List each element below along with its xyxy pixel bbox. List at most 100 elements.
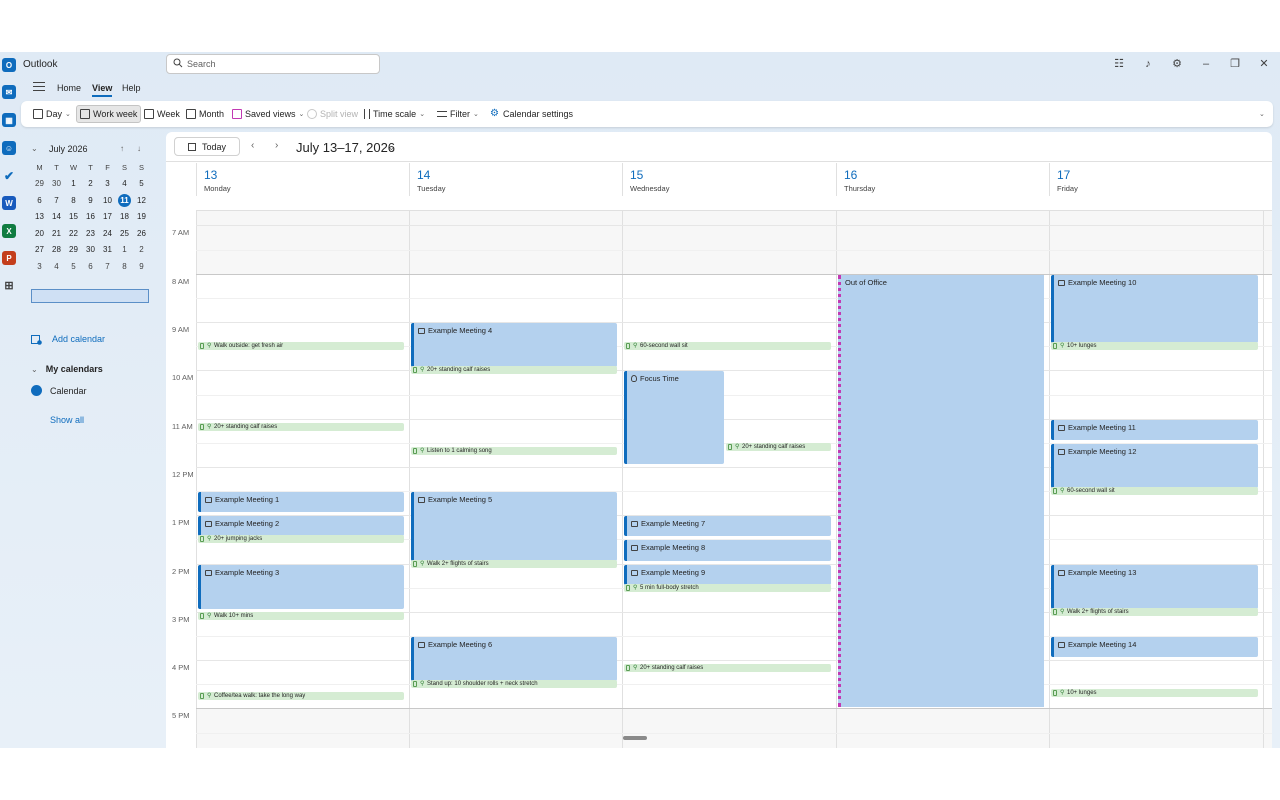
calendar-event[interactable]: Example Meeting 1 [198, 492, 404, 513]
calendar-event[interactable]: Example Meeting 8 [624, 540, 831, 561]
task-item[interactable]: ⚲ Listen to 1 calming song [411, 447, 617, 456]
my-calendars-group[interactable]: ⌄ My calendars [31, 364, 103, 374]
task-checkbox[interactable] [200, 536, 204, 543]
calendar-event[interactable]: Example Meeting 3 [198, 564, 404, 609]
task-checkbox[interactable] [413, 367, 417, 374]
apps-icon[interactable]: ⊞ [2, 278, 16, 292]
mini-day[interactable]: 13 [31, 210, 48, 224]
mini-day[interactable]: 5 [65, 260, 82, 274]
mini-day[interactable]: 6 [31, 194, 48, 208]
mini-day[interactable]: 30 [48, 177, 65, 191]
mini-calendar-month[interactable]: July 2026 [49, 144, 88, 154]
task-item[interactable]: ⚲ 20+ standing calf raises [726, 442, 831, 451]
saved-views-button[interactable]: Saved views ⌄ [229, 105, 307, 123]
mini-day[interactable]: 9 [82, 194, 99, 208]
prev-month-icon[interactable]: ↑ [120, 144, 124, 153]
task-checkbox[interactable] [1053, 608, 1057, 615]
task-checkbox[interactable] [1053, 343, 1057, 350]
next-month-icon[interactable]: ↓ [137, 144, 141, 153]
mail-icon[interactable]: ✉ [2, 85, 16, 99]
calendar-event[interactable]: Example Meeting 4 [411, 323, 617, 368]
calendar-event[interactable]: Example Meeting 13 [1051, 564, 1258, 609]
mini-day[interactable]: 29 [65, 243, 82, 257]
mini-day[interactable]: 16 [82, 210, 99, 224]
mini-day[interactable]: 17 [99, 210, 116, 224]
all-day-row[interactable] [196, 196, 1272, 211]
day-header[interactable]: 16 Thursday [836, 163, 1049, 196]
mini-day[interactable]: 27 [31, 243, 48, 257]
collapse-chevron-icon[interactable]: ⌄ [31, 144, 38, 153]
todo-icon[interactable]: ✔ [2, 169, 16, 183]
calendar-event[interactable]: Example Meeting 6 [411, 637, 617, 682]
day-view-button[interactable]: Day ⌄ [30, 105, 74, 123]
checkmark-icon[interactable] [31, 385, 42, 396]
calendar-event[interactable]: Example Meeting 2 [198, 516, 404, 537]
mini-day[interactable]: 22 [65, 227, 82, 241]
calendar-event[interactable]: Example Meeting 14 [1051, 637, 1258, 658]
split-view-button[interactable]: Split view [304, 105, 361, 123]
task-item[interactable]: ⚲ 20+ standing calf raises [198, 422, 404, 431]
outlook-app-icon[interactable]: O [2, 58, 16, 72]
mini-day[interactable]: 8 [116, 260, 133, 274]
work-week-button[interactable]: Work week [76, 105, 142, 123]
task-checkbox[interactable] [200, 612, 204, 619]
mini-day[interactable]: 10 [99, 194, 116, 208]
mini-day[interactable]: 20 [31, 227, 48, 241]
time-scale-button[interactable]: Time scale ⌄ [361, 105, 428, 123]
filter-button[interactable]: Filter ⌄ [434, 105, 482, 123]
chevron-down-icon[interactable]: ⌄ [388, 143, 395, 152]
show-all-link[interactable]: Show all [50, 415, 84, 425]
mini-day[interactable]: 7 [48, 194, 65, 208]
mini-day[interactable]: 3 [99, 177, 116, 191]
excel-icon[interactable]: X [2, 224, 16, 238]
mini-day[interactable]: 9 [133, 260, 150, 274]
add-calendar-link[interactable]: Add calendar [31, 334, 105, 345]
gear-icon[interactable]: ⚙ [1171, 58, 1183, 70]
task-item[interactable]: ⚲ Walk 10+ mins [198, 611, 404, 620]
task-checkbox[interactable] [1053, 689, 1057, 696]
out-of-office-event[interactable]: Out of Office [838, 274, 1044, 708]
day-header[interactable]: 17 Friday [1049, 163, 1263, 196]
task-item[interactable]: ⚲ 10+ lunges [1051, 342, 1258, 351]
task-item[interactable]: ⚲ Stand up: 10 shoulder rolls + neck stre… [411, 680, 617, 689]
minimize-icon[interactable]: – [1200, 58, 1212, 70]
mini-day[interactable]: 31 [99, 243, 116, 257]
task-item[interactable]: ⚲ Coffee/tea walk: take the long way [198, 692, 404, 701]
people-icon[interactable]: ☺ [2, 141, 16, 155]
hamburger-icon[interactable] [33, 82, 45, 92]
mini-day[interactable]: 25 [116, 227, 133, 241]
mini-day[interactable]: 1 [116, 243, 133, 257]
mini-day[interactable]: 2 [133, 243, 150, 257]
mini-day[interactable]: 8 [65, 194, 82, 208]
restore-icon[interactable]: ❐ [1229, 58, 1241, 70]
mini-day[interactable]: 29 [31, 177, 48, 191]
mini-day[interactable]: 1 [65, 177, 82, 191]
task-item[interactable]: ⚲ Walk outside: get fresh air [198, 342, 404, 351]
toolbar-expand-button[interactable]: ⌄ [1253, 105, 1268, 123]
calendar-event[interactable]: Example Meeting 12 [1051, 443, 1258, 489]
calendar-event[interactable]: Example Meeting 5 [411, 492, 617, 561]
task-item[interactable]: ⚲ 60-second wall sit [624, 342, 831, 351]
task-item[interactable]: ⚲ 20+ jumping jacks [198, 535, 404, 544]
mini-day[interactable]: 28 [48, 243, 65, 257]
task-item[interactable]: ⚲ Walk 2+ flights of stairs [1051, 607, 1258, 616]
mini-day[interactable]: 18 [116, 210, 133, 224]
calendar-event[interactable]: Example Meeting 11 [1051, 419, 1258, 440]
mini-day[interactable]: 2 [82, 177, 99, 191]
tab-home[interactable]: Home [57, 83, 81, 93]
task-checkbox[interactable] [626, 665, 630, 672]
task-checkbox[interactable] [413, 681, 417, 688]
calendar-item[interactable]: Calendar [31, 385, 87, 396]
week-view-button[interactable]: Week [141, 105, 183, 123]
mini-day[interactable]: 26 [133, 227, 150, 241]
task-item[interactable]: ⚲ Walk 2+ flights of stairs [411, 559, 617, 568]
mini-day[interactable]: 4 [48, 260, 65, 274]
next-week-icon[interactable]: › [275, 140, 278, 151]
day-header[interactable]: 13 Monday [196, 163, 409, 196]
mini-day[interactable]: 30 [82, 243, 99, 257]
task-item[interactable]: ⚲ 60-second wall sit [1051, 487, 1258, 496]
powerpoint-icon[interactable]: P [2, 251, 16, 265]
task-checkbox[interactable] [626, 343, 630, 350]
calendar-settings-button[interactable]: ⚙ Calendar settings [487, 105, 576, 123]
mini-day[interactable]: 24 [99, 227, 116, 241]
